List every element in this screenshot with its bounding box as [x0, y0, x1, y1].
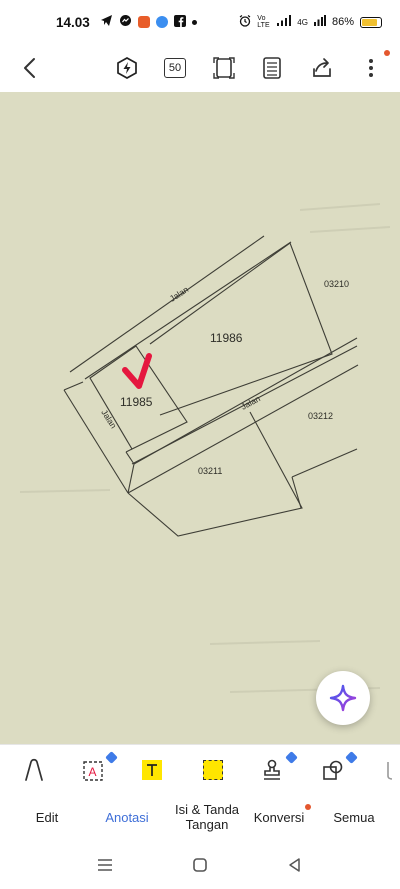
- status-notification-icons: [100, 14, 197, 30]
- road-edge: [125, 451, 135, 465]
- menu-lines-icon: [98, 859, 112, 871]
- share-icon: [313, 58, 331, 77]
- road-edge: [127, 364, 359, 494]
- status-time: 14.03: [56, 14, 90, 30]
- tab-convert[interactable]: Konversi: [248, 794, 310, 840]
- flash-hexagon-icon: [117, 57, 137, 79]
- more-notifications-dot: [191, 19, 197, 25]
- home-square-icon: [193, 858, 207, 872]
- pen-icon: [25, 758, 43, 781]
- status-bar: 14.03 Vo LTE 4G 86%: [0, 0, 400, 44]
- shape-tool[interactable]: [318, 755, 348, 785]
- document-canvas[interactable]: 11986 11985 03210 03212 03211 Jalan Jala…: [0, 92, 400, 744]
- alarm-icon: [239, 14, 251, 30]
- road-label-top: Jalan: [168, 284, 191, 304]
- road-edge: [63, 389, 129, 494]
- more-tools-peek[interactable]: [380, 755, 400, 785]
- svg-text:A: A: [89, 765, 97, 779]
- road-edge: [69, 235, 265, 373]
- back-nav-button[interactable]: [284, 854, 306, 876]
- fullscreen-icon: [213, 57, 235, 79]
- sparkle-icon: [329, 684, 357, 712]
- bottom-tab-bar: Edit Anotasi Isi & Tanda Tangan Konversi…: [0, 794, 400, 840]
- more-vertical-icon: [369, 59, 373, 77]
- checkmark-annotation[interactable]: [122, 353, 152, 389]
- reading-mode-button[interactable]: [256, 52, 288, 84]
- parcel-label-03211: 03211: [198, 466, 222, 476]
- road-label-left: Jalan: [99, 408, 119, 431]
- premium-badge-icon: [285, 751, 298, 764]
- back-arrow-icon: [24, 58, 35, 78]
- tab-edit[interactable]: Edit: [22, 794, 72, 840]
- stamp-tool[interactable]: [257, 755, 287, 785]
- parcel-label-03212: 03212: [308, 411, 333, 421]
- back-triangle-icon: [289, 858, 300, 872]
- road-label-middle: Jalan: [239, 393, 262, 411]
- road-edge: [125, 448, 133, 453]
- text-box-tool[interactable]: A: [79, 755, 109, 785]
- home-button[interactable]: [189, 854, 211, 876]
- network-type: 4G: [297, 17, 308, 27]
- page-count-badge: 50: [164, 58, 186, 78]
- top-toolbar: 50: [0, 44, 400, 92]
- app-notification-icon: [137, 16, 150, 28]
- system-nav-bar: [0, 840, 400, 889]
- signal-icon-2: [313, 15, 326, 29]
- highlight-text-tool[interactable]: [137, 755, 167, 785]
- convert-notification-dot: [305, 804, 311, 810]
- stamp-icon: [264, 759, 280, 780]
- recent-apps-button[interactable]: [94, 854, 116, 876]
- text-box-icon: A: [83, 761, 103, 781]
- messenger-icon: [119, 14, 132, 30]
- signal-icon: [277, 15, 292, 29]
- tab-all[interactable]: Semua: [326, 794, 382, 840]
- tab-fill-sign[interactable]: Isi & Tanda Tangan: [168, 794, 246, 840]
- document-view-icon: [263, 57, 281, 79]
- shapes-icon: [323, 760, 343, 780]
- parcel-boundary: [149, 242, 333, 416]
- road-edge: [127, 463, 135, 494]
- status-system-icons: Vo LTE 4G 86%: [239, 14, 382, 30]
- share-button[interactable]: [306, 52, 338, 84]
- notification-dot: [384, 50, 390, 56]
- area-highlight-icon: [203, 760, 223, 780]
- app-notification-icon-2: [155, 16, 168, 28]
- ai-assistant-button[interactable]: [316, 671, 370, 725]
- area-highlight-tool[interactable]: [198, 755, 228, 785]
- more-options-button[interactable]: [355, 52, 387, 84]
- tab-annotate[interactable]: Anotasi: [97, 794, 157, 840]
- parcel-label-11985: 11985: [120, 395, 153, 409]
- road-edge: [63, 381, 84, 391]
- back-button[interactable]: [14, 52, 46, 84]
- volte-indicator: Vo LTE: [257, 15, 270, 29]
- partial-tool-icon: [387, 762, 393, 780]
- parcel-label-03210: 03210: [324, 279, 349, 289]
- fullscreen-button[interactable]: [208, 52, 240, 84]
- telegram-icon: [100, 14, 113, 30]
- battery-icon: [360, 16, 382, 28]
- parcel-boundary: [291, 448, 358, 478]
- highlight-text-icon: [142, 760, 162, 780]
- road-edge: [84, 241, 292, 380]
- facebook-icon: [173, 14, 186, 30]
- annotation-tool-row: A: [0, 744, 400, 794]
- quick-action-button[interactable]: [111, 52, 143, 84]
- pen-tool[interactable]: [19, 755, 49, 785]
- battery-percent: 86%: [331, 16, 354, 28]
- land-map-drawing: 11986 11985 03210 03212 03211 Jalan Jala…: [19, 203, 391, 693]
- parcel-label-11986: 11986: [210, 331, 243, 345]
- page-count-button[interactable]: 50: [159, 52, 191, 84]
